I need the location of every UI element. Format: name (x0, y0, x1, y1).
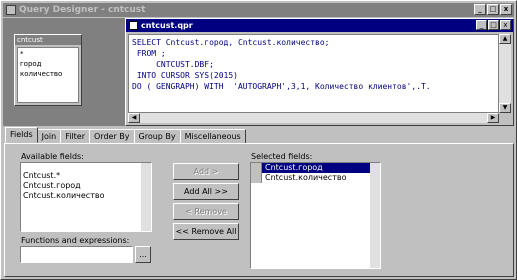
tab-join[interactable]: Join (36, 129, 62, 143)
remove-button[interactable]: < Remove (173, 203, 239, 220)
scroll-up-icon[interactable]: ▲ (499, 34, 511, 44)
title-bar[interactable]: Query Designer - cntcust _ □ x (3, 3, 514, 17)
query-window-title: cntcust.qpr (141, 21, 193, 30)
available-field-item[interactable]: Cntcust.* (21, 171, 151, 181)
minimize-button[interactable]: _ (474, 4, 486, 15)
tab-group-by[interactable]: Group By (133, 129, 181, 143)
design-area: cntcust * город количество cntcust.qpr _… (3, 18, 514, 126)
scroll-down-icon[interactable]: ▼ (499, 103, 511, 113)
maximize-button[interactable]: □ (487, 4, 499, 15)
window-title: Query Designer - cntcust (19, 5, 146, 15)
move-handle-icon[interactable] (251, 163, 262, 183)
table-field-list[interactable]: * город количество (17, 47, 79, 103)
available-fields-scrollbar[interactable] (141, 163, 151, 231)
code-line: INTO CURSOR SYS(2015) (132, 71, 238, 80)
table-window[interactable]: cntcust * город количество (14, 34, 82, 106)
code-line: FROM ; (132, 49, 166, 58)
expression-builder-button[interactable]: ... (135, 246, 151, 263)
table-field-item[interactable]: * (20, 49, 76, 59)
query-code-window: cntcust.qpr _ □ x SELECT Cntcust.город, … (125, 18, 514, 126)
sql-code-editor[interactable]: SELECT Cntcust.город, Cntcust.количество… (128, 34, 499, 113)
add-all-button[interactable]: Add All >> (173, 183, 239, 200)
functions-label: Functions and expressions: (21, 236, 130, 245)
table-field-item[interactable]: количество (20, 69, 76, 79)
selected-field-item[interactable]: Cntcust.количество (251, 173, 380, 183)
query-window-titlebar[interactable]: cntcust.qpr (126, 19, 513, 32)
selected-fields-scrollbar[interactable] (370, 163, 380, 268)
tab-strip: Fields Join Filter Order By Group By Mis… (5, 127, 246, 143)
functions-expression-input[interactable] (20, 246, 133, 263)
selected-fields-label: Selected fields: (251, 152, 313, 161)
available-fields-list[interactable]: Cntcust.* Cntcust.город Cntcust.количест… (20, 162, 152, 232)
available-field-item[interactable]: Cntcust.город (21, 181, 151, 191)
query-maximize-button[interactable]: □ (488, 20, 499, 30)
table-window-title: cntcust (15, 35, 81, 45)
tab-miscellaneous[interactable]: Miscellaneous (179, 129, 246, 143)
code-line: SELECT Cntcust.город, Cntcust.количество… (132, 38, 330, 47)
available-field-item[interactable]: Cntcust.количество (21, 191, 151, 201)
tab-fields[interactable]: Fields (5, 127, 38, 143)
add-button[interactable]: Add > (173, 163, 239, 180)
scroll-right-icon[interactable]: ▶ (487, 113, 499, 123)
query-minimize-button[interactable]: _ (476, 20, 487, 30)
document-icon (129, 21, 138, 30)
remove-all-button[interactable]: << Remove All (173, 223, 239, 240)
tab-order-by[interactable]: Order By (89, 129, 135, 143)
code-horizontal-scrollbar[interactable]: ◀ ▶ (128, 113, 499, 123)
selected-field-item[interactable]: Cntcust.город (251, 163, 380, 173)
selected-fields-list[interactable]: Cntcust.город Cntcust.количество (250, 162, 381, 269)
scroll-left-icon[interactable]: ◀ (128, 113, 140, 123)
code-line: DO ( GENGRAPH) WITH 'AUTOGRAPH',3,1, Кол… (132, 82, 431, 91)
table-field-item[interactable]: город (20, 59, 76, 69)
tab-filter[interactable]: Filter (60, 129, 90, 143)
query-designer-window: Query Designer - cntcust _ □ x cntcust *… (0, 0, 517, 280)
available-fields-label: Available fields: (21, 152, 84, 161)
code-line: CNTCUST.DBF; (132, 60, 214, 69)
code-vertical-scrollbar[interactable]: ▲ ▼ (499, 34, 511, 113)
query-close-button[interactable]: x (500, 20, 511, 30)
app-icon (6, 5, 16, 15)
fields-panel: Available fields: Cntcust.* Cntcust.горо… (4, 143, 514, 277)
close-button[interactable]: x (500, 4, 512, 15)
